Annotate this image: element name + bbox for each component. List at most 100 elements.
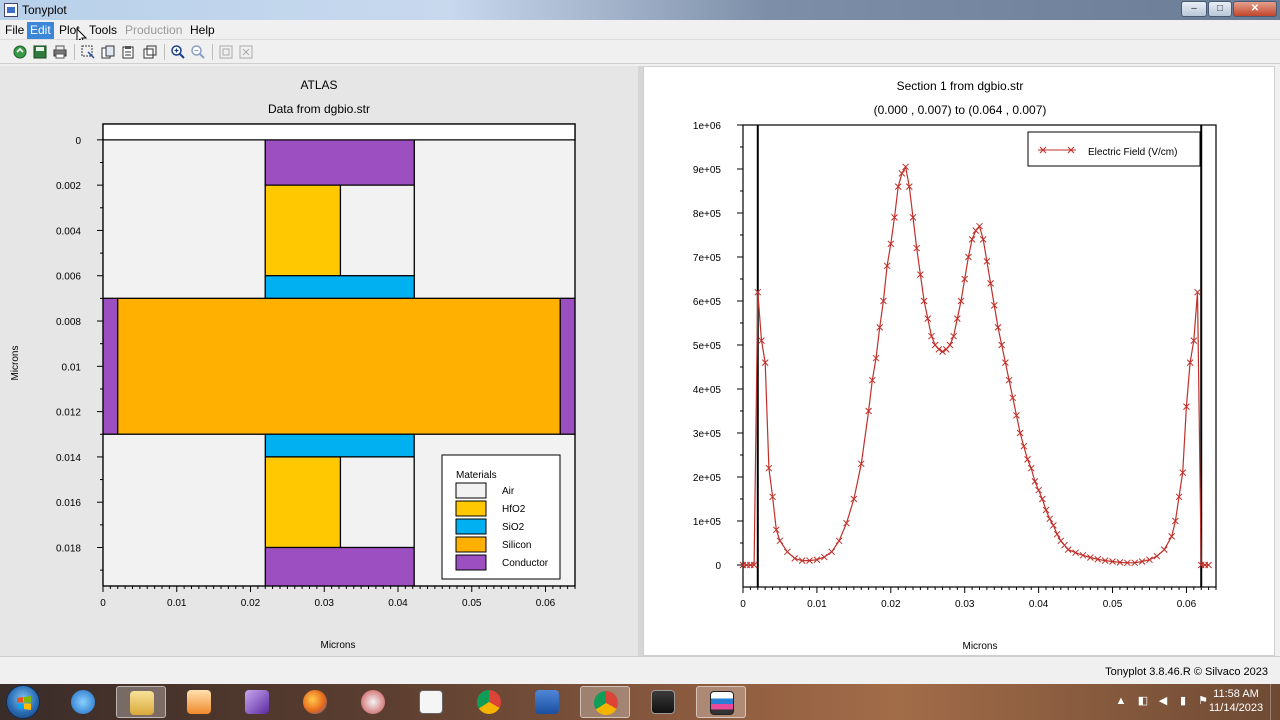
y-tick-label: 0.002 xyxy=(56,181,81,192)
x-tick-label: 0.06 xyxy=(1177,599,1197,610)
zoom-out-icon[interactable] xyxy=(190,44,206,60)
firefox-icon xyxy=(303,690,327,714)
y-tick-label: 0.016 xyxy=(56,498,81,509)
menu-production[interactable]: Production xyxy=(122,22,185,39)
status-bar: Tonyplot 3.8.46.R © Silvaco 2023 xyxy=(0,656,1280,684)
x-tick-label: 0.01 xyxy=(167,598,187,609)
chart-title: Section 1 from dgbio.str xyxy=(897,79,1024,93)
menu-help[interactable]: Help xyxy=(187,22,218,39)
region-hfo2 xyxy=(264,184,342,277)
taskbar-word[interactable] xyxy=(522,686,572,718)
y-tick-label: 0.006 xyxy=(56,272,81,283)
zoom-reset-icon[interactable] xyxy=(238,44,254,60)
taskbar-clock[interactable]: 11:58 AM 11/14/2023 xyxy=(1206,687,1266,715)
title-bar: Tonyplot – □ ✕ xyxy=(0,0,1280,20)
chrome-icon xyxy=(477,690,501,714)
region-conductor xyxy=(559,297,576,435)
close-button[interactable]: ✕ xyxy=(1233,1,1277,17)
ie-icon xyxy=(71,690,95,714)
start-button[interactable] xyxy=(6,685,40,719)
select-icon[interactable] xyxy=(80,44,96,60)
print-icon[interactable] xyxy=(52,44,68,60)
region-air xyxy=(413,139,576,299)
paste-icon[interactable] xyxy=(120,44,136,60)
region-sio2 xyxy=(264,275,415,299)
taskbar-firefox[interactable] xyxy=(290,686,340,718)
structure-plot-pane[interactable]: ATLAS Data from dgbio.str 0 0.01 0.02 0.03 0… xyxy=(0,66,638,656)
chart-x-axis-label: Microns xyxy=(962,641,997,652)
visual-studio-icon xyxy=(245,690,269,714)
region-conductor xyxy=(264,546,415,587)
show-desktop-button[interactable] xyxy=(1270,684,1280,720)
taskbar-explorer[interactable] xyxy=(116,686,166,718)
tonyplot-app-icon xyxy=(4,3,18,17)
legend-label-silicon: Silicon xyxy=(502,540,531,551)
overlay-icon[interactable] xyxy=(142,44,158,60)
chart-legend: Electric Field (V/cm) xyxy=(1027,131,1201,167)
legend-title: Materials xyxy=(456,470,497,481)
show-hidden-icons-icon[interactable]: ▲ xyxy=(1114,694,1128,708)
menu-tools[interactable]: Tools xyxy=(86,22,120,39)
y-tick-label: 4e+05 xyxy=(693,385,722,396)
paint-icon xyxy=(361,690,385,714)
sync-icon[interactable]: ◧ xyxy=(1136,694,1150,708)
x-tick-label: 0.02 xyxy=(881,599,901,610)
y-tick-label: 0.004 xyxy=(56,226,81,237)
taskbar-visual-studio[interactable] xyxy=(232,686,282,718)
taskbar-chrome-active[interactable] xyxy=(580,686,630,718)
menu-edit[interactable]: Edit xyxy=(27,22,54,39)
taskbar-tonyplot[interactable] xyxy=(696,686,746,718)
menu-file[interactable]: File xyxy=(2,22,27,39)
open-icon[interactable] xyxy=(12,44,28,60)
legend-swatch-silicon xyxy=(455,536,487,553)
y-tick-label: 0.008 xyxy=(56,317,81,328)
y-tick-label: 0 xyxy=(715,561,721,572)
save-icon[interactable] xyxy=(32,44,48,60)
y-tick-label: 0.012 xyxy=(56,408,81,419)
region-air xyxy=(102,433,266,587)
folder-icon xyxy=(130,691,154,715)
y-tick-label: 0.018 xyxy=(56,544,81,555)
word-icon xyxy=(535,690,559,714)
toolbar-separator xyxy=(74,44,75,60)
region-air xyxy=(102,139,266,299)
minimize-button[interactable]: – xyxy=(1181,1,1207,17)
tonyplot-icon xyxy=(710,691,734,715)
x-tick-label: 0.05 xyxy=(1103,599,1123,610)
structure-x-axis-label: Microns xyxy=(320,640,355,651)
maximize-button[interactable]: □ xyxy=(1208,1,1232,17)
y-tick-label: 1e+05 xyxy=(693,517,722,528)
legend-label-hfo2: HfO2 xyxy=(502,504,526,515)
notepad-icon xyxy=(419,690,443,714)
chart-frame xyxy=(742,124,1217,588)
taskbar-notepad[interactable] xyxy=(406,686,456,718)
materials-legend: Materials Air HfO2 SiO2 Silicon Conductor xyxy=(441,454,561,580)
copy-icon[interactable] xyxy=(100,44,116,60)
region-air xyxy=(339,184,415,277)
media-player-icon xyxy=(187,690,211,714)
region-hfo2 xyxy=(264,456,342,549)
structure-plot: ATLAS Data from dgbio.str 0 0.01 0.02 0.03 0… xyxy=(10,78,576,651)
region-conductor xyxy=(264,139,415,186)
taskbar-paint[interactable] xyxy=(348,686,398,718)
region-air xyxy=(102,123,576,141)
x-tick-label: 0.03 xyxy=(955,599,975,610)
region-silicon xyxy=(117,297,561,435)
taskbar-media[interactable] xyxy=(174,686,224,718)
clock-time: 11:58 AM xyxy=(1213,688,1259,700)
taskbar-ie[interactable] xyxy=(58,686,108,718)
network-signal-icon[interactable]: ▮ xyxy=(1176,694,1190,708)
structure-y-axis-label: Microns xyxy=(10,345,21,380)
zoom-in-icon[interactable] xyxy=(170,44,186,60)
x-tick-label: 0 xyxy=(100,598,106,609)
toolbar-separator xyxy=(164,44,165,60)
legend-label-conductor: Conductor xyxy=(502,558,549,569)
x-tick-label: 0.06 xyxy=(536,598,556,609)
volume-icon[interactable]: ◀ xyxy=(1156,694,1170,708)
zoom-fit-icon[interactable] xyxy=(218,44,234,60)
region-air xyxy=(339,456,415,549)
windows-flag-icon xyxy=(17,696,31,710)
taskbar-deckbuild[interactable] xyxy=(638,686,688,718)
taskbar-chrome[interactable] xyxy=(464,686,514,718)
section-plot-pane[interactable]: Section 1 from dgbio.str (0.000 , 0.007)… xyxy=(643,66,1275,656)
